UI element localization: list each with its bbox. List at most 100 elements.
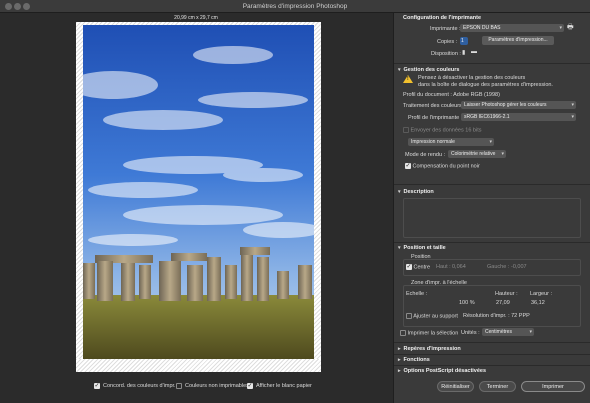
color-handling-select[interactable]: Laisser Photoshop gérer les couleurs ▾ (461, 101, 576, 109)
position-size-title: Position et taille (403, 245, 446, 251)
chevron-down-icon: ▾ (398, 189, 401, 195)
reset-button[interactable]: Réinitialiser (437, 381, 474, 392)
units-label: Unités : (461, 330, 480, 336)
section-divider (394, 342, 590, 343)
warning-icon (403, 75, 413, 83)
scale-label: Echelle : (406, 291, 428, 297)
description-title: Description (403, 189, 434, 195)
printer-profile-value: sRGB IEC61966-2.1 (464, 114, 510, 120)
chevron-down-icon: ▾ (559, 25, 562, 31)
print-button[interactable]: Imprimer (521, 381, 585, 392)
left-label: Gauche : (487, 264, 510, 270)
match-print-colors-label: Concord. des couleurs d'impr. (103, 383, 176, 389)
send-16bit-option[interactable]: Envoyer des données 16 bits (403, 127, 481, 133)
scaled-area-box (403, 285, 581, 327)
send-16bit-checkbox[interactable] (403, 127, 409, 133)
gamut-warning-checkbox[interactable] (176, 383, 182, 389)
show-paper-white-checkbox[interactable] (247, 382, 253, 389)
chevron-down-icon: ▾ (489, 139, 492, 145)
portrait-layout-icon[interactable]: ▮ (462, 49, 465, 56)
chevron-right-icon: ▸ (398, 346, 401, 352)
print-resolution: Résolution d'impr. : 72 PPP (463, 313, 530, 319)
window-title: Paramètres d'impression Photoshop (242, 3, 348, 10)
color-management-title: Gestion des couleurs (403, 67, 460, 73)
print-selection-label: Imprimer la sélection (407, 330, 459, 337)
warning-text-line1: Pensez à désactiver la gestion des coule… (418, 75, 526, 81)
margin-hatch-right (314, 22, 321, 372)
width-input[interactable]: 36,12 (531, 300, 545, 306)
show-paper-white-option[interactable]: Afficher le blanc papier (247, 382, 312, 389)
color-handling-value: Laisser Photoshop gérer les couleurs (464, 102, 547, 108)
black-point-option[interactable]: Compensation du point noir (405, 162, 480, 170)
show-paper-white-label: Afficher le blanc papier (256, 383, 312, 389)
copies-label: Copies : (437, 39, 458, 45)
rendering-intent-select[interactable]: Colorimétrie relative ▾ (448, 150, 506, 158)
scale-input[interactable]: 100 % (459, 300, 475, 306)
units-value: Centimètres (485, 329, 512, 335)
stonehenge-photo (83, 25, 314, 359)
position-size-heading[interactable]: ▾ Position et taille (398, 245, 446, 251)
title-bar: Paramètres d'impression Photoshop (0, 0, 590, 13)
chevron-right-icon: ▸ (398, 357, 401, 363)
width-label: Largeur : (530, 291, 553, 297)
margin-hatch-bottom (76, 359, 321, 372)
printer-profile-label: Profil de l'imprimante : (408, 115, 463, 121)
print-mode-value: Impression normale (411, 139, 455, 145)
copies-input[interactable]: 1 (460, 37, 468, 45)
printer-select-value: EPSON DU BAS (463, 25, 501, 31)
match-print-colors-checkbox[interactable] (94, 382, 100, 389)
section-divider (394, 354, 590, 355)
fit-media-checkbox[interactable] (406, 313, 412, 319)
description-heading[interactable]: ▾ Description (398, 189, 434, 195)
section-divider (394, 63, 590, 64)
center-option[interactable]: Centre (406, 263, 431, 271)
units-select[interactable]: Centimètres ▾ (482, 328, 534, 336)
description-box (403, 198, 581, 238)
color-management-heading[interactable]: ▾ Gestion des couleurs (398, 67, 459, 73)
printer-setup-heading: Configuration de l'imprimante (403, 15, 482, 21)
print-selection-checkbox[interactable] (400, 330, 406, 336)
fit-media-label: Ajuster au support (413, 313, 458, 320)
center-checkbox[interactable] (406, 263, 412, 270)
rendering-intent-label: Mode de rendu : (405, 152, 446, 158)
section-divider (394, 242, 590, 243)
print-mode-select[interactable]: Impression normale ▾ (408, 138, 494, 146)
section-divider (394, 365, 590, 366)
paper-preview (76, 22, 321, 372)
print-settings-button[interactable]: Paramètres d'impression... (482, 36, 554, 45)
functions-section[interactable]: ▸ Fonctions (398, 357, 430, 363)
printing-marks-title: Repères d'impression (403, 346, 461, 352)
color-handling-label: Traitement des couleurs : (403, 103, 465, 109)
print-selection-option[interactable]: Imprimer la sélection (400, 330, 458, 336)
print-preview-area: 20,99 cm x 29,7 cm (0, 13, 392, 375)
fit-media-option[interactable]: Ajuster au support (406, 313, 458, 319)
height-label: Hauteur : (495, 291, 518, 297)
chevron-down-icon: ▾ (398, 245, 401, 251)
printer-icon[interactable]: 🖶 (567, 23, 574, 34)
black-point-label: Compensation du point noir (412, 163, 480, 170)
paper-dimensions-label: 20,99 cm x 29,7 cm (174, 15, 218, 21)
settings-panel: Configuration de l'imprimante Imprimante… (393, 13, 590, 403)
chevron-down-icon: ▾ (398, 67, 401, 73)
match-print-colors-option[interactable]: Concord. des couleurs d'impr. (94, 382, 176, 389)
gamut-warning-option[interactable]: Couleurs non imprimables (176, 383, 249, 389)
margin-hatch-left (76, 22, 83, 372)
preview-options-bar: Concord. des couleurs d'impr. Couleurs n… (0, 375, 392, 403)
chevron-right-icon: ▸ (398, 368, 401, 374)
left-value[interactable]: -0,007 (511, 264, 527, 270)
done-button[interactable]: Terminer (479, 381, 516, 392)
preview-image[interactable] (83, 25, 314, 359)
printing-marks-section[interactable]: ▸ Repères d'impression (398, 346, 461, 352)
postscript-options-section[interactable]: ▸ Options PostScript désactivées (398, 368, 486, 374)
printer-profile-select[interactable]: sRGB IEC61966-2.1 ▾ (461, 113, 576, 121)
document-profile: Profil du document : Adobe RGB (1998) (403, 92, 500, 98)
landscape-layout-icon[interactable]: ▬ (471, 49, 477, 55)
printer-select[interactable]: EPSON DU BAS ▾ (460, 24, 564, 32)
chevron-down-icon: ▾ (571, 114, 574, 120)
chevron-down-icon: ▾ (571, 102, 574, 108)
top-label: Haut : (436, 264, 451, 270)
top-value[interactable]: 0,064 (452, 264, 466, 270)
height-input[interactable]: 27,09 (496, 300, 510, 306)
center-label: Centre (413, 264, 431, 271)
black-point-checkbox[interactable] (405, 162, 411, 169)
